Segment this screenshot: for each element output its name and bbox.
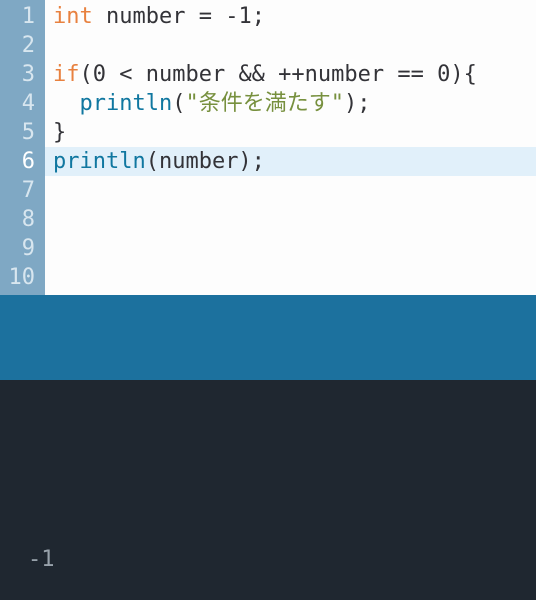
line-number: 8 (0, 205, 45, 234)
code-token: ( (172, 91, 185, 116)
line-number: 3 (0, 60, 45, 89)
line-number: 1 (0, 2, 45, 31)
code-editor: 12345678910 int number = -1; if(0 < numbe… (0, 0, 536, 295)
code-line: println(number); (45, 147, 536, 176)
code-area[interactable]: int number = -1; if(0 < number && ++numbe… (45, 0, 536, 295)
code-token: (0 < number && ++number == 0){ (80, 62, 477, 87)
line-number: 5 (0, 118, 45, 147)
line-number: 9 (0, 234, 45, 263)
code-token (53, 91, 80, 116)
line-number: 6 (0, 147, 45, 176)
code-token: println (53, 149, 146, 174)
code-line (53, 234, 536, 263)
console-panel: -1 (0, 380, 536, 600)
divider-bar (0, 295, 536, 380)
console-output: -1 (28, 546, 508, 582)
line-number: 4 (0, 89, 45, 118)
code-token: } (53, 120, 66, 145)
code-line: if(0 < number && ++number == 0){ (53, 60, 536, 89)
code-token: "条件を満たす" (185, 91, 344, 116)
line-number: 7 (0, 176, 45, 205)
code-line: println("条件を満たす"); (53, 89, 536, 118)
code-token: (number); (146, 149, 265, 174)
code-line (53, 205, 536, 234)
code-line (53, 31, 536, 60)
code-token: if (53, 62, 80, 87)
code-token: println (80, 91, 173, 116)
code-line (53, 176, 536, 205)
line-gutter: 12345678910 (0, 0, 45, 295)
code-token: number = -1; (93, 4, 265, 29)
code-line (53, 263, 536, 292)
code-token: ); (344, 91, 371, 116)
line-number: 2 (0, 31, 45, 60)
code-line: int number = -1; (53, 2, 536, 31)
code-line: } (53, 118, 536, 147)
code-token: int (53, 4, 93, 29)
line-number: 10 (0, 263, 45, 292)
